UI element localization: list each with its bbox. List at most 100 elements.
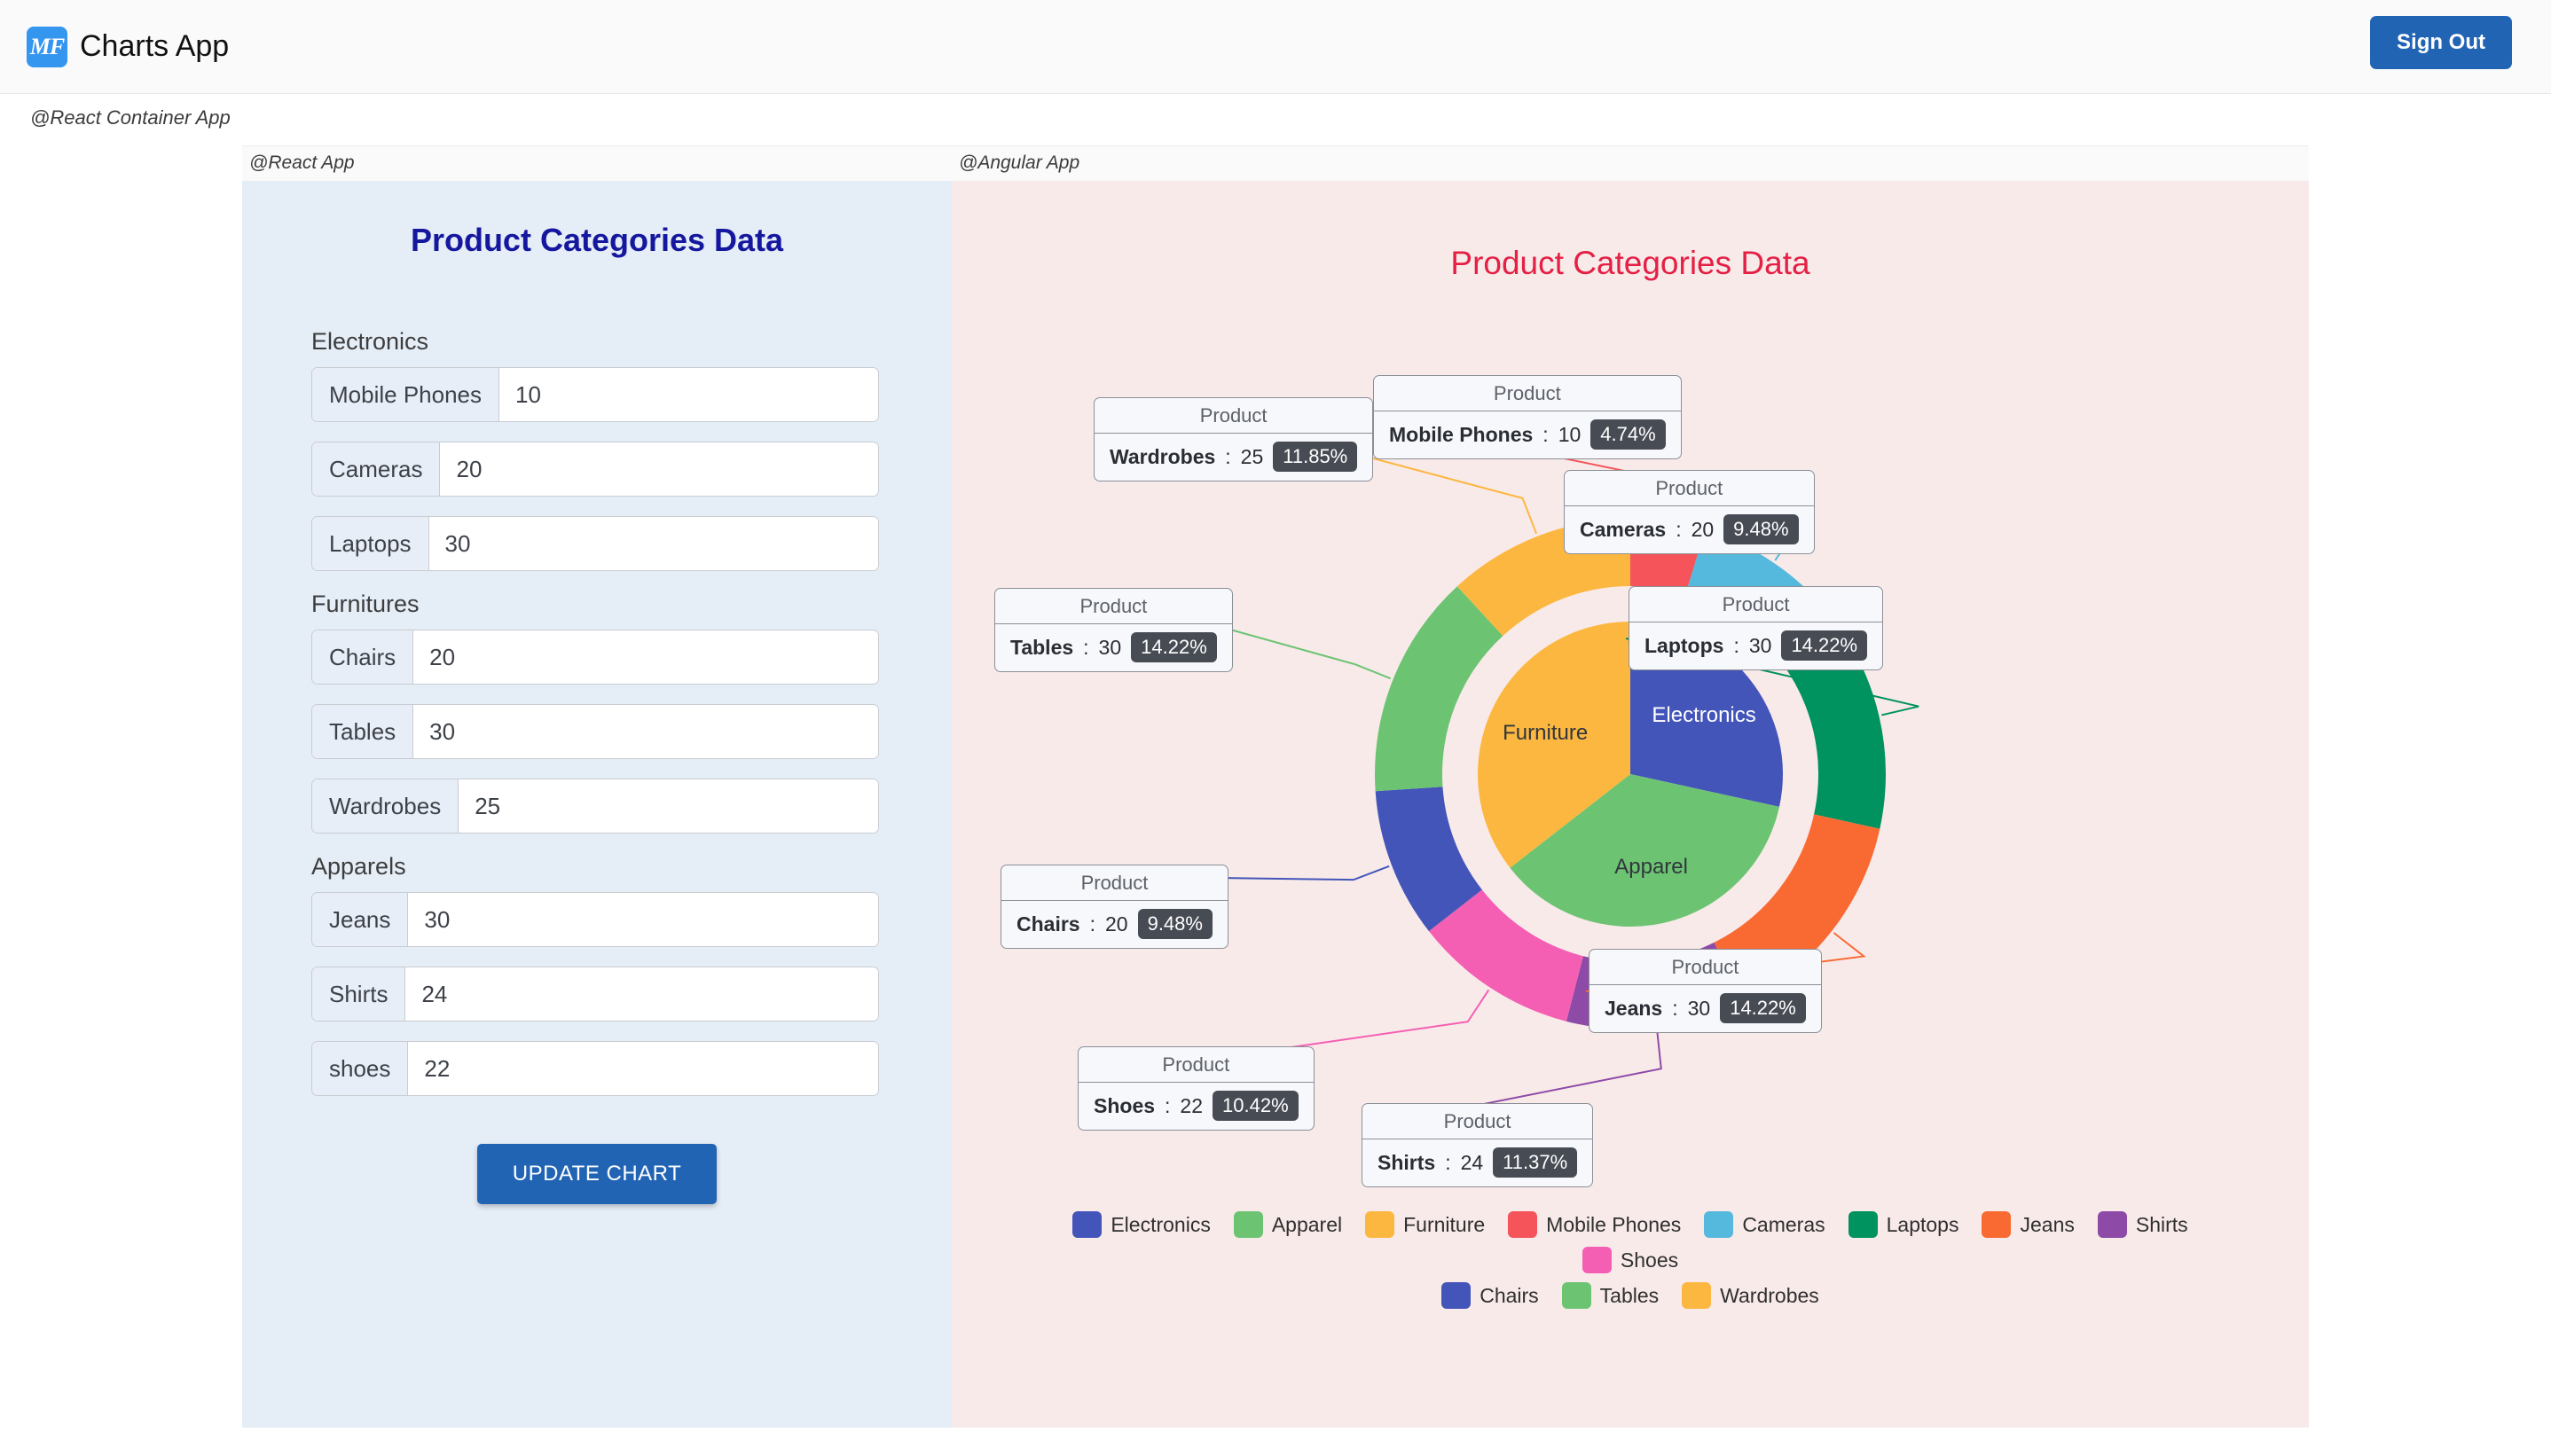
tooltip-laptops: Product Laptops: 30 14.22% bbox=[1629, 586, 1884, 670]
update-chart-button[interactable]: UPDATE CHART bbox=[476, 1144, 718, 1204]
field-mobile-phones[interactable]: Mobile Phones bbox=[311, 367, 879, 422]
tooltip-percent: 4.74% bbox=[1590, 419, 1666, 450]
legend-swatch-icon bbox=[1072, 1211, 1103, 1238]
tooltip-jeans: Product Jeans: 30 14.22% bbox=[1589, 949, 1822, 1033]
legend-item-mobile-phones[interactable]: Mobile Phones bbox=[1508, 1211, 1681, 1238]
legend-item-apparel[interactable]: Apparel bbox=[1233, 1211, 1342, 1238]
mf-logo-icon: MF bbox=[27, 26, 67, 67]
field-label-cameras: Cameras bbox=[312, 442, 441, 496]
field-shirts[interactable]: Shirts bbox=[311, 967, 879, 1022]
angular-panel: @Angular App Product Categories Data Ele… bbox=[952, 145, 2309, 1428]
tooltip-label: Jeans bbox=[1605, 996, 1663, 1020]
legend-label: Shoes bbox=[1620, 1248, 1679, 1272]
tooltip-header: Product bbox=[1565, 471, 1814, 506]
legend-item-chairs[interactable]: Chairs bbox=[1441, 1282, 1539, 1309]
legend-label: Wardrobes bbox=[1720, 1283, 1819, 1307]
tooltip-percent: 14.22% bbox=[1131, 632, 1217, 662]
input-jeans[interactable] bbox=[408, 893, 878, 946]
input-mobile-phones[interactable] bbox=[499, 368, 878, 421]
tooltip-header: Product bbox=[1095, 398, 1373, 434]
field-shoes[interactable]: shoes bbox=[311, 1041, 879, 1096]
tooltip-value: 30 bbox=[1098, 635, 1122, 659]
input-cameras[interactable] bbox=[440, 442, 878, 496]
legend-item-cameras[interactable]: Cameras bbox=[1704, 1211, 1825, 1238]
legend-label: Tables bbox=[1599, 1283, 1660, 1307]
input-wardrobes[interactable] bbox=[459, 779, 878, 833]
input-laptops[interactable] bbox=[428, 517, 878, 570]
tooltip-percent: 9.48% bbox=[1137, 909, 1213, 939]
container-app-label: @React Container App bbox=[0, 94, 2551, 145]
panels-wrapper: @React App Product Categories Data Elect… bbox=[242, 145, 2309, 1428]
legend-item-furniture[interactable]: Furniture bbox=[1365, 1211, 1485, 1238]
field-tables[interactable]: Tables bbox=[311, 704, 879, 759]
tooltip-percent: 11.37% bbox=[1493, 1147, 1578, 1178]
legend-item-electronics[interactable]: Electronics bbox=[1072, 1211, 1211, 1238]
tooltip-body: Wardrobes: 25 11.85% bbox=[1095, 434, 1372, 481]
group-heading-apparels: Apparels bbox=[311, 853, 406, 880]
brand: MF Charts App bbox=[27, 26, 230, 67]
field-cameras[interactable]: Cameras bbox=[311, 442, 879, 497]
legend-item-laptops[interactable]: Laptops bbox=[1848, 1211, 1958, 1238]
sign-out-button[interactable]: Sign Out bbox=[2370, 16, 2512, 69]
legend-swatch-icon bbox=[1233, 1211, 1263, 1238]
legend-swatch-icon bbox=[2097, 1211, 2127, 1238]
tooltip-header: Product bbox=[1629, 587, 1883, 622]
legend-label: Cameras bbox=[1742, 1212, 1825, 1236]
legend-swatch-icon bbox=[1508, 1211, 1538, 1238]
legend-label: Furniture bbox=[1403, 1212, 1486, 1236]
field-laptops[interactable]: Laptops bbox=[311, 516, 879, 571]
tooltip-body: Mobile Phones: 10 4.74% bbox=[1374, 411, 1681, 458]
tooltip-tables: Product Tables: 30 14.22% bbox=[994, 588, 1233, 672]
input-chairs[interactable] bbox=[413, 630, 878, 684]
tooltip-body: Cameras: 20 9.48% bbox=[1565, 506, 1814, 553]
chart-stage: Electronics Apparel Furniture Product Ward… bbox=[952, 282, 2309, 1328]
tooltip-value: 30 bbox=[1748, 633, 1772, 657]
input-shoes[interactable] bbox=[408, 1042, 878, 1095]
legend-item-tables[interactable]: Tables bbox=[1561, 1282, 1660, 1309]
react-form-body: Product Categories Data Electronics Mobi… bbox=[242, 181, 952, 1428]
tooltip-body: Laptops: 30 14.22% bbox=[1629, 622, 1882, 669]
tooltip-percent: 11.85% bbox=[1273, 442, 1358, 472]
field-wardrobes[interactable]: Wardrobes bbox=[311, 779, 879, 834]
tooltip-label: Mobile Phones bbox=[1389, 422, 1534, 446]
input-tables[interactable] bbox=[413, 705, 878, 758]
group-heading-furnitures: Furnitures bbox=[311, 591, 420, 617]
app-header: MF Charts App Sign Out bbox=[0, 0, 2551, 94]
tooltip-value: 20 bbox=[1104, 912, 1128, 935]
field-jeans[interactable]: Jeans bbox=[311, 892, 879, 947]
tooltip-value: 20 bbox=[1691, 517, 1715, 541]
leader-line-chairs bbox=[1217, 865, 1390, 881]
tooltip-body: Tables: 30 14.22% bbox=[995, 624, 1232, 671]
input-shirts[interactable] bbox=[405, 967, 878, 1021]
legend-item-wardrobes[interactable]: Wardrobes bbox=[1682, 1282, 1819, 1309]
legend-item-shirts[interactable]: Shirts bbox=[2097, 1211, 2188, 1238]
tooltip-label: Shoes bbox=[1094, 1093, 1156, 1117]
tooltip-value: 22 bbox=[1180, 1093, 1204, 1117]
legend-swatch-icon bbox=[1365, 1211, 1395, 1238]
field-chairs[interactable]: Chairs bbox=[311, 630, 879, 685]
field-label-jeans: Jeans bbox=[312, 893, 409, 946]
legend-label: Mobile Phones bbox=[1546, 1212, 1682, 1236]
tooltip-percent: 14.22% bbox=[1720, 993, 1806, 1023]
tooltip-label: Cameras bbox=[1580, 517, 1667, 541]
legend-swatch-icon bbox=[1682, 1282, 1712, 1309]
tooltip-header: Product bbox=[1374, 376, 1681, 411]
tooltip-label: Tables bbox=[1010, 635, 1074, 659]
legend-item-jeans[interactable]: Jeans bbox=[1982, 1211, 2075, 1238]
leader-line-shirts bbox=[1448, 1030, 1662, 1112]
tooltip-value: 10 bbox=[1558, 422, 1582, 446]
legend-swatch-icon bbox=[1848, 1211, 1878, 1238]
inner-label-electronics: Electronics bbox=[1652, 703, 1755, 727]
legend-swatch-icon bbox=[1582, 1247, 1612, 1273]
field-label-laptops: Laptops bbox=[312, 517, 429, 570]
legend-item-shoes[interactable]: Shoes bbox=[1582, 1247, 1678, 1273]
tooltip-percent: 9.48% bbox=[1723, 514, 1799, 544]
group-heading-electronics: Electronics bbox=[311, 328, 429, 355]
field-label-tables: Tables bbox=[312, 705, 414, 758]
tooltip-label: Laptops bbox=[1644, 633, 1724, 657]
tooltip-chairs: Product Chairs: 20 9.48% bbox=[1001, 865, 1228, 949]
legend-swatch-icon bbox=[1441, 1282, 1472, 1309]
angular-chart-body: Product Categories Data Electronics Appar… bbox=[952, 181, 2309, 1428]
page-title: Charts App bbox=[80, 29, 230, 63]
field-label-mobile-phones: Mobile Phones bbox=[312, 368, 499, 421]
